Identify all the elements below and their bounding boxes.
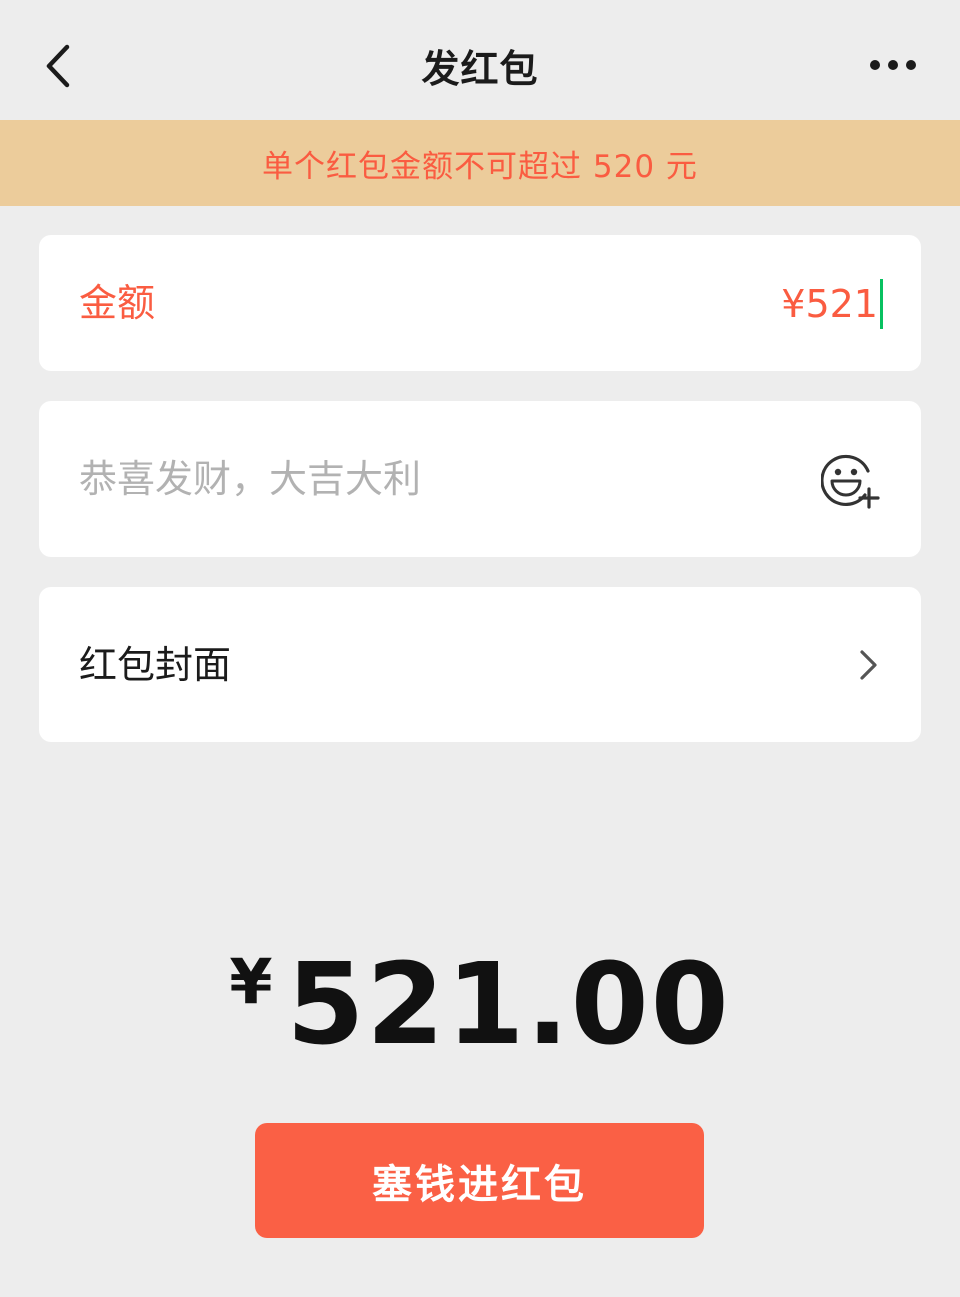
emoji-button[interactable]	[820, 451, 885, 515]
limit-notice-text: 单个红包金额不可超过 520 元	[262, 148, 698, 185]
total-currency: ¥	[229, 945, 273, 1018]
total-amount: ¥521.00	[0, 940, 960, 1070]
total-value: 521.00	[286, 940, 731, 1070]
submit-button[interactable]: 塞钱进红包	[255, 1123, 704, 1238]
cover-label: 红包封面	[79, 643, 232, 687]
limit-notice-banner: 单个红包金额不可超过 520 元	[0, 120, 960, 206]
amount-label: 金额	[79, 281, 156, 325]
amount-card: 金额 ¥521	[39, 235, 921, 371]
blessing-input[interactable]: 恭喜发财，大吉大利	[79, 457, 421, 501]
amount-input[interactable]: ¥521	[781, 279, 883, 329]
nav-bar: 发红包	[0, 0, 960, 120]
emoji-add-icon	[820, 454, 880, 509]
more-button[interactable]	[862, 40, 924, 90]
more-dots-icon	[870, 60, 916, 70]
text-caret	[880, 279, 883, 329]
cover-card[interactable]: 红包封面	[39, 587, 921, 742]
chevron-right-icon	[860, 650, 877, 680]
blessing-card: 恭喜发财，大吉大利	[39, 401, 921, 557]
amount-input-value: ¥521	[781, 282, 878, 326]
page-title: 发红包	[421, 47, 539, 91]
